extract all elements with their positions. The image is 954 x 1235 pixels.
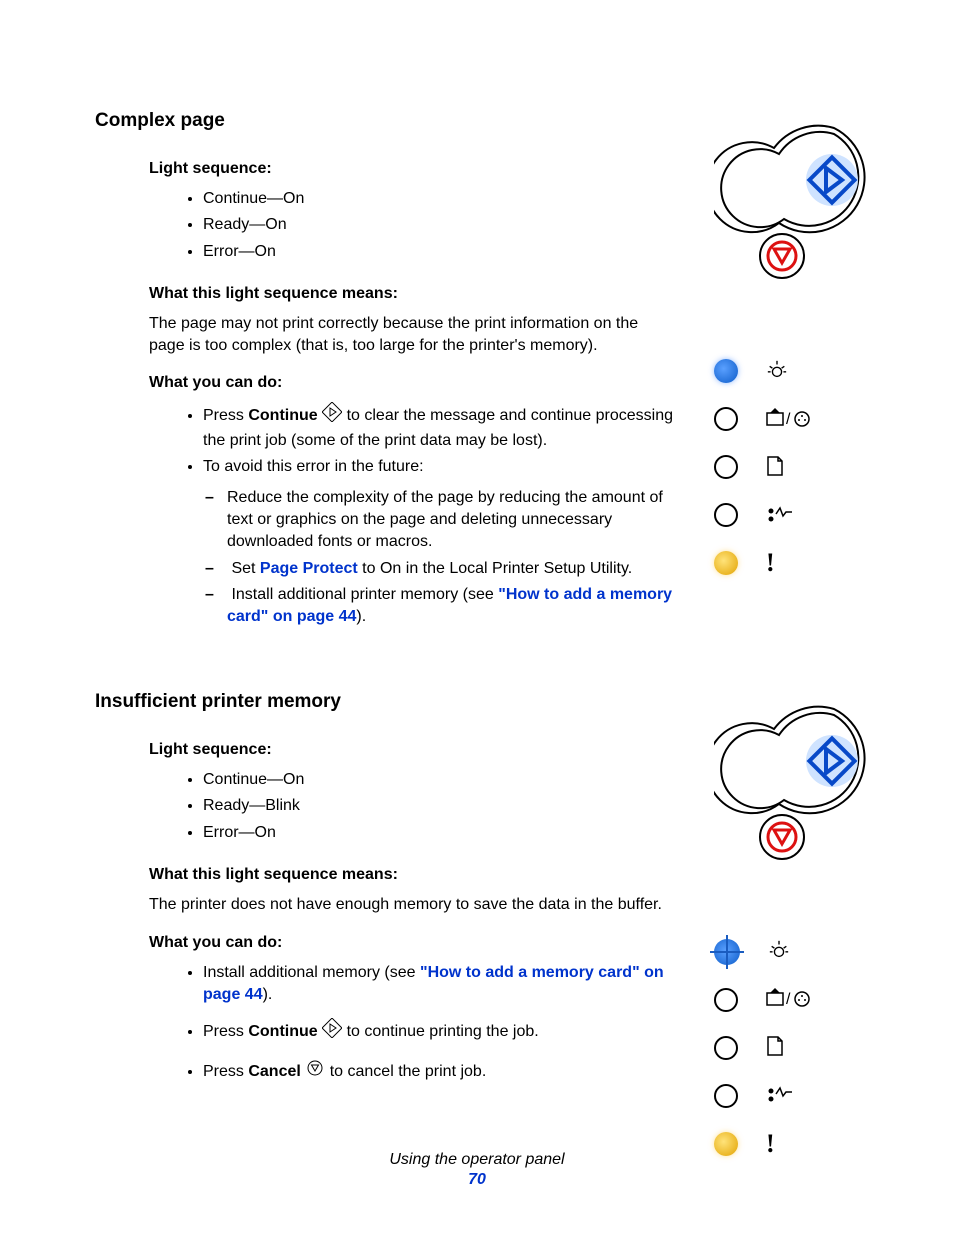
- list-item: Continue—On: [203, 769, 675, 791]
- paper-icon: [766, 1035, 804, 1060]
- light-row: [714, 1072, 884, 1120]
- text-column: Insufficient printer memory Light sequen…: [95, 691, 675, 1168]
- led-off: [714, 988, 738, 1012]
- cancel-icon: [305, 1058, 325, 1085]
- list-item: Press Continue to clear the message and …: [203, 402, 675, 452]
- light-sequence-list: Continue—On Ready—On Error—On: [203, 188, 675, 263]
- section-complex-page: Complex page Light sequence: Continue—On…: [95, 110, 884, 651]
- light-row: /: [714, 395, 884, 443]
- light-sequence-label: Light sequence:: [149, 160, 675, 178]
- light-row: [714, 1024, 884, 1072]
- light-row: /: [714, 976, 884, 1024]
- section-heading: Insufficient printer memory: [95, 691, 675, 713]
- footer-section-title: Using the operator panel: [0, 1151, 954, 1169]
- svg-text:/: /: [786, 411, 791, 428]
- led-on-amber: [714, 551, 738, 575]
- svg-text:/: /: [786, 991, 791, 1008]
- light-row: [714, 347, 884, 395]
- do-list: Install additional memory (see "How to a…: [203, 962, 675, 1086]
- light-bulb-icon: [766, 359, 804, 384]
- list-item: Error—On: [203, 822, 675, 844]
- section-insufficient-memory: Insufficient printer memory Light sequen…: [95, 691, 884, 1168]
- list-item: Reduce the complexity of the page by red…: [227, 487, 675, 554]
- means-body: The printer does not have enough memory …: [149, 894, 675, 916]
- light-row: [714, 443, 884, 491]
- led-off: [714, 407, 738, 431]
- continue-icon: [322, 402, 342, 429]
- led-blink-blue: [714, 939, 740, 965]
- list-item: Install additional memory (see "How to a…: [203, 962, 675, 1007]
- list-item: To avoid this error in the future: Reduc…: [203, 456, 675, 629]
- light-row: !: [714, 539, 884, 587]
- toner-icon: /: [766, 987, 804, 1012]
- led-on-blue: [714, 359, 738, 383]
- page-footer: Using the operator panel 70: [0, 1151, 954, 1189]
- list-item: Ready—Blink: [203, 795, 675, 817]
- error-icon: !: [766, 550, 804, 576]
- means-label: What this light sequence means:: [149, 285, 675, 303]
- list-item: Press Cancel to cancel the print job.: [203, 1058, 675, 1085]
- list-item: Set Page Protect to On in the Local Prin…: [227, 558, 675, 580]
- led-off: [714, 1036, 738, 1060]
- toner-icon: /: [766, 407, 804, 432]
- light-row: [714, 928, 884, 976]
- figure-column: /: [695, 691, 884, 1168]
- lights-table: /: [714, 928, 884, 1168]
- led-off: [714, 503, 738, 527]
- jam-icon: [766, 504, 804, 527]
- list-item: Continue—On: [203, 188, 675, 210]
- do-label: What you can do:: [149, 934, 675, 952]
- light-bulb-icon: [768, 939, 806, 964]
- means-body: The page may not print correctly because…: [149, 313, 675, 356]
- operator-panel-figure: /: [714, 118, 884, 651]
- list-item: Press Continue to continue printing the …: [203, 1018, 675, 1045]
- do-label: What you can do:: [149, 374, 675, 392]
- led-off: [714, 455, 738, 479]
- jam-icon: [766, 1084, 804, 1107]
- lights-table: /: [714, 347, 884, 587]
- section-heading: Complex page: [95, 110, 675, 132]
- do-list: Press Continue to clear the message and …: [203, 402, 675, 629]
- light-row: [714, 491, 884, 539]
- figure-column: /: [695, 110, 884, 651]
- continue-icon: [322, 1018, 342, 1045]
- operator-panel-figure: /: [714, 699, 884, 1168]
- light-sequence-label: Light sequence:: [149, 741, 675, 759]
- list-item: Install additional printer memory (see "…: [227, 584, 675, 629]
- page-protect-link[interactable]: Page Protect: [260, 560, 358, 577]
- list-item: Error—On: [203, 241, 675, 263]
- means-label: What this light sequence means:: [149, 866, 675, 884]
- list-item: Ready—On: [203, 214, 675, 236]
- led-off: [714, 1084, 738, 1108]
- text-column: Complex page Light sequence: Continue—On…: [95, 110, 675, 651]
- footer-page-number: 70: [0, 1171, 954, 1189]
- paper-icon: [766, 455, 804, 480]
- light-sequence-list: Continue—On Ready—Blink Error—On: [203, 769, 675, 844]
